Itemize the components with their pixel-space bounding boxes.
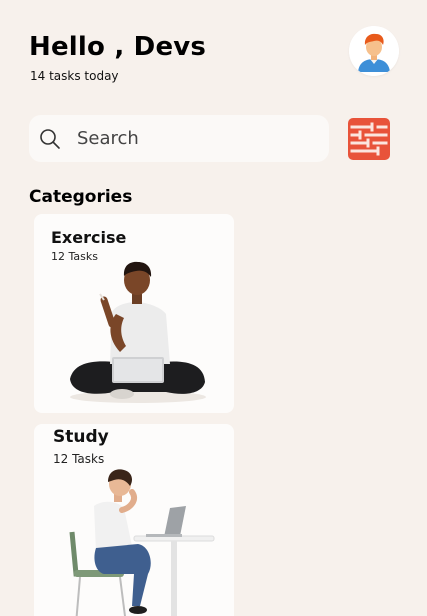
search-bar[interactable] [29,115,329,162]
person-at-desk-illustration [69,469,215,616]
search-icon [40,129,60,149]
greeting-title: Hello , Devs [29,32,207,62]
home-screen: Hello , Devs 14 tasks today Search Categ… [0,0,427,616]
person-with-laptop-illustration [70,261,206,403]
category-card-study[interactable]: Study 12 Tasks [34,424,234,616]
search-input[interactable] [77,123,317,153]
categories-title: Categories [29,187,133,207]
filter-icon [348,118,390,160]
category-card-exercise[interactable]: Exercise 12 Tasks [34,214,234,413]
tasks-today-subtitle: 14 tasks today [30,69,119,83]
user-avatar-icon [349,26,399,76]
filter-button[interactable] [348,118,390,160]
avatar[interactable] [349,26,399,76]
